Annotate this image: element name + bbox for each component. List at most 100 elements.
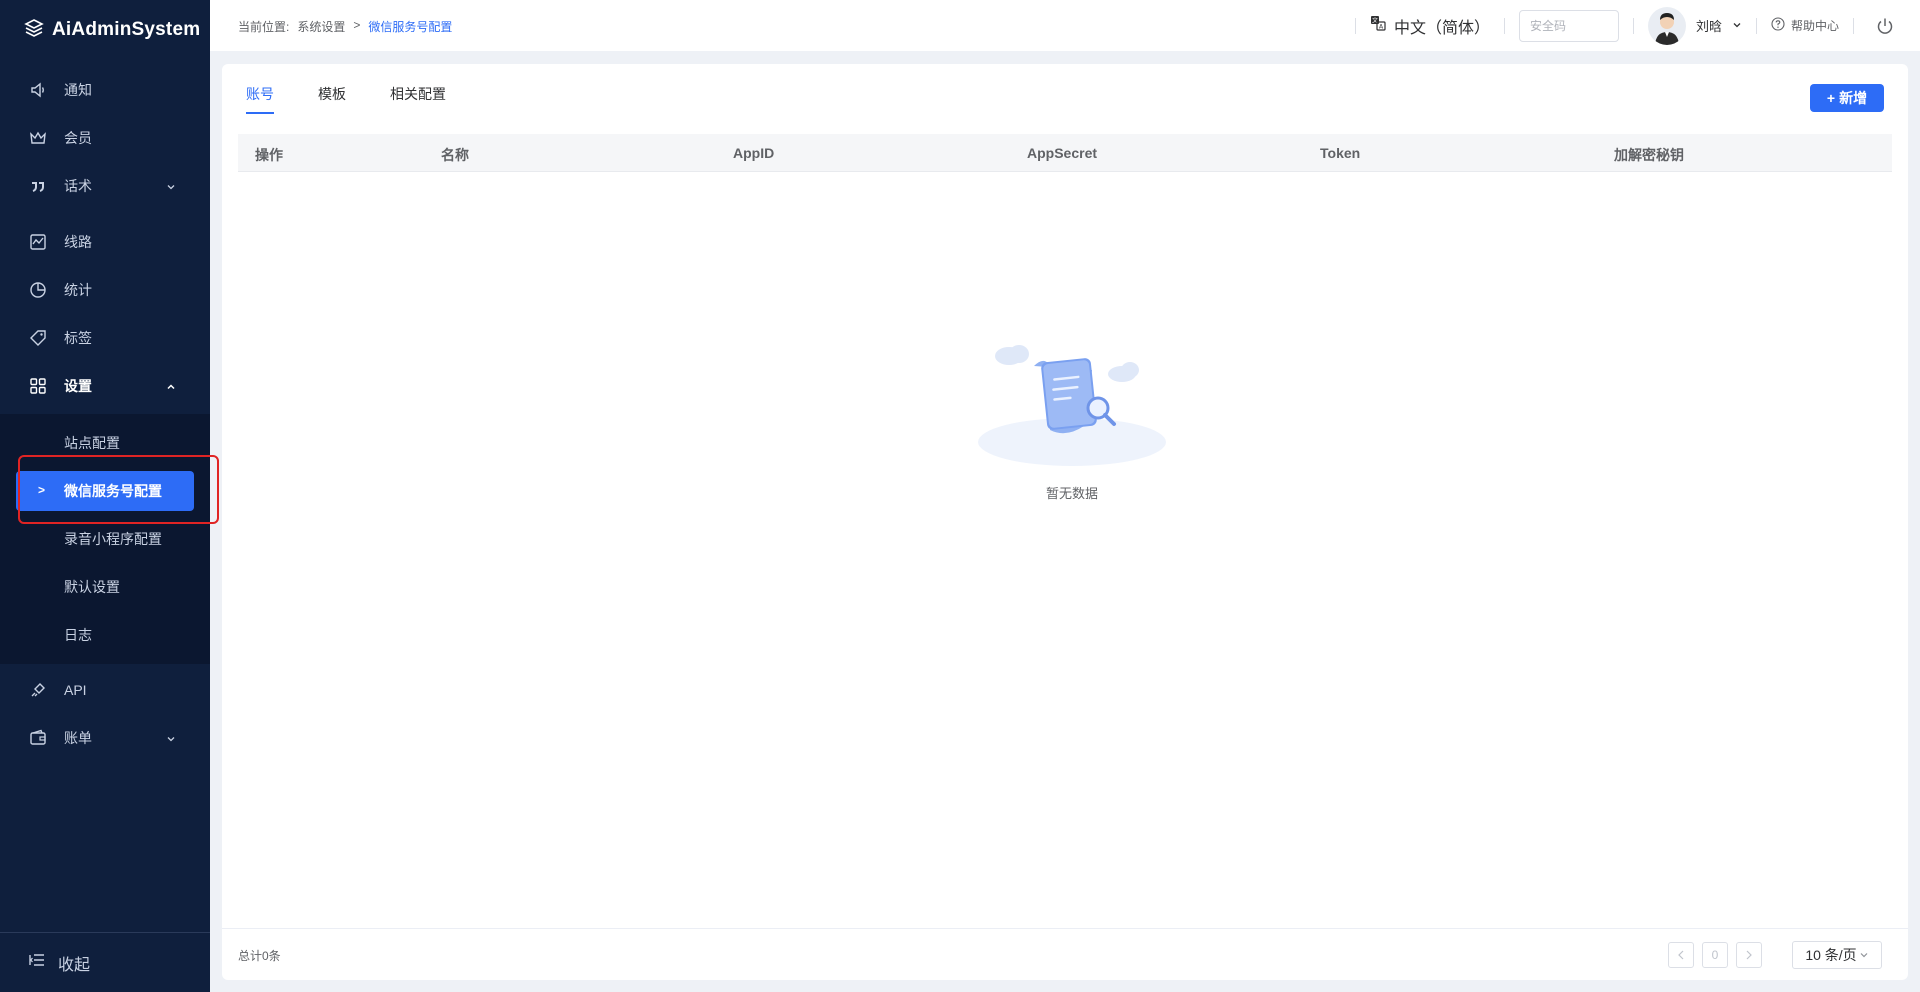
top-header: 当前位置: 系统设置 > 微信服务号配置 文A 中文（简体） 刘晗 帮助中心 [210,0,1920,51]
column-header-name: 名称 [441,147,469,163]
tab-related-config[interactable]: 相关配置 [390,84,446,114]
logo[interactable]: AiAdminSystem [24,16,200,44]
chevron-down-icon [1732,18,1742,33]
sidebar-item-label: 标签 [64,330,92,346]
grid-icon [28,376,48,396]
sidebar-subitem-logs[interactable]: 日志 [0,615,210,655]
user-menu[interactable]: 刘晗 [1647,6,1742,45]
sidebar-subitem-wechat-config[interactable]: > 微信服务号配置 [16,471,194,511]
tab-account[interactable]: 账号 [246,84,274,114]
chevron-up-icon [166,379,176,395]
sidebar-item-line[interactable]: 线路 [0,222,210,262]
sidebar-item-stats[interactable]: 统计 [0,270,210,310]
sidebar-item-script[interactable]: 话术 [0,166,210,206]
sidebar-item-label: 通知 [64,82,92,98]
pagination: 0 10 条/页 [1668,941,1882,969]
column-header-appsecret: AppSecret [1027,145,1098,161]
language-label: 中文（简体） [1393,19,1490,37]
header-actions: 文A 中文（简体） 刘晗 帮助中心 [1341,0,1920,51]
sidebar-item-label: 微信服务号配置 [64,483,162,499]
user-name: 刘晗 [1695,19,1722,34]
breadcrumb: 当前位置: 系统设置 > 微信服务号配置 [238,18,452,35]
divider [1632,17,1634,34]
divider [1853,17,1854,34]
translate-icon: 文A [1370,15,1386,36]
sidebar-subitem-recording-config[interactable]: 录音小程序配置 [0,519,210,559]
divider [1354,17,1356,34]
content-card: 账号 模板 相关配置 + 新增 操作 名称 AppID AppSecret To… [222,64,1908,980]
table-header: 操作 名称 AppID AppSecret Token 加解密秘钥 [238,134,1892,172]
breadcrumb-parent[interactable]: 系统设置 [297,18,345,35]
plug-icon [28,680,48,700]
page-number[interactable]: 0 [1702,942,1728,968]
table-footer: 总计0条 0 10 条/页 [222,928,1908,980]
sidebar-item-label: 站点配置 [64,435,120,451]
prev-page-button[interactable] [1668,942,1694,968]
column-header-token: Token [1320,145,1361,161]
line-chart-icon [28,232,48,252]
sidebar-item-label: 默认设置 [64,579,120,595]
column-header-actions: 操作 [255,147,283,163]
question-circle-icon [1771,17,1785,34]
empty-state-text: 暂无数据 [1045,486,1098,501]
breadcrumb-current: 微信服务号配置 [368,20,453,34]
sidebar-subitem-site-config[interactable]: 站点配置 [0,423,210,463]
tab-template[interactable]: 模板 [318,84,346,114]
chevron-down-icon [166,731,176,747]
sidebar-item-label: 会员 [64,130,92,146]
page-size-label: 10 条/页 [1805,947,1857,963]
sidebar-item-settings[interactable]: 设置 [0,366,210,406]
help-label: 帮助中心 [1790,19,1839,33]
pie-icon [28,280,48,300]
data-table: 操作 名称 AppID AppSecret Token 加解密秘钥 [238,134,1892,172]
total-count: 总计0条 [238,949,281,963]
breadcrumb-separator: > [353,18,361,32]
quote-icon [28,176,48,196]
page-size-select[interactable]: 10 条/页 [1792,941,1882,969]
help-center-link[interactable]: 帮助中心 [1771,17,1839,34]
crown-icon [28,128,48,148]
tab-bar: 账号 模板 相关配置 [246,84,446,114]
plus-icon: + [1826,90,1836,106]
chevron-down-icon [1859,947,1869,963]
column-header-appid: AppID [733,145,775,161]
divider [1755,17,1757,34]
logout-power-icon[interactable] [1876,17,1894,35]
avatar [1647,6,1686,45]
empty-state: 暂无数据 [972,330,1172,502]
sidebar-item-label: 设置 [64,378,92,394]
column-header-encryption-key: 加解密秘钥 [1614,147,1684,163]
sidebar-item-label: 统计 [64,282,92,298]
sidebar-item-billing[interactable]: 账单 [0,718,210,758]
sidebar-item-label: API [64,682,87,698]
collapse-sidebar-button[interactable]: 收起 [0,932,210,992]
sidebar-item-member[interactable]: 会员 [0,118,210,158]
chevron-down-icon [166,179,176,195]
caret-right-icon: > [38,483,46,497]
sidebar-item-api[interactable]: API [0,670,210,710]
add-button[interactable]: + 新增 [1810,84,1884,112]
sidebar-item-tags[interactable]: 标签 [0,318,210,358]
sidebar-item-label: 线路 [64,234,92,250]
security-code-input[interactable] [1518,9,1619,42]
menu-collapse-icon [28,951,46,974]
speaker-icon [28,80,48,100]
sidebar-item-label: 录音小程序配置 [64,531,162,547]
sidebar-item-label: 账单 [64,730,92,746]
divider [1503,17,1505,34]
layers-logo-icon [24,18,44,43]
tag-icon [28,328,48,348]
sidebar-item-label: 话术 [64,178,92,194]
sidebar: AiAdminSystem 通知 会员 话术 线路 统计 标签 设置 站点配置 … [0,0,210,992]
wallet-icon [28,728,48,748]
language-switcher[interactable]: 文A 中文（简体） [1370,14,1490,38]
app-title: AiAdminSystem [52,19,201,40]
collapse-label: 收起 [58,956,91,974]
sidebar-item-label: 日志 [64,627,92,643]
next-page-button[interactable] [1736,942,1762,968]
empty-document-search-icon [972,345,1172,474]
sidebar-subitem-default-settings[interactable]: 默认设置 [0,567,210,607]
add-button-label: 新增 [1839,90,1868,106]
breadcrumb-prefix: 当前位置: [238,20,290,34]
sidebar-item-notify[interactable]: 通知 [0,70,210,110]
